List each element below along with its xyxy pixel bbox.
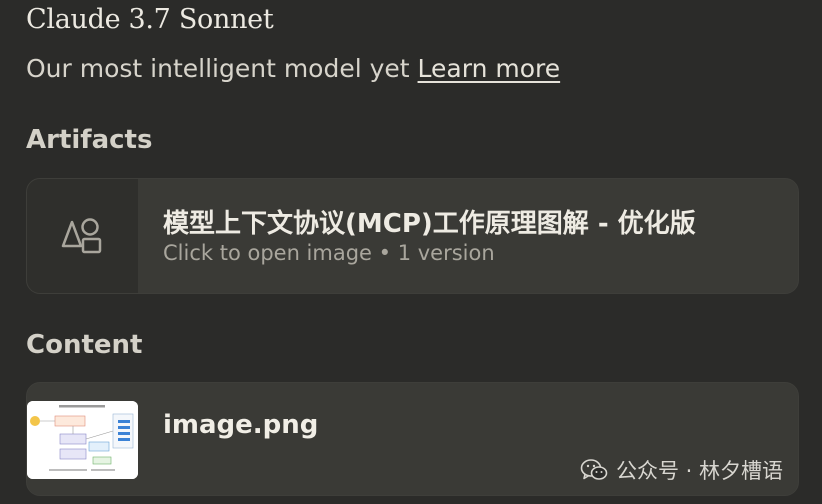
wechat-logo-icon bbox=[580, 459, 608, 480]
model-description-row: Our most intelligent model yet Learn mor… bbox=[26, 54, 560, 83]
image-thumbnail bbox=[27, 401, 138, 479]
model-description: Our most intelligent model yet bbox=[26, 54, 410, 83]
artifact-subtitle: Click to open image • 1 version bbox=[163, 241, 495, 265]
artifacts-heading: Artifacts bbox=[26, 125, 153, 155]
diagram-thumbnail-image bbox=[27, 401, 138, 479]
shapes-icon bbox=[61, 218, 101, 254]
watermark: 公众号 · 林夕槽语 bbox=[580, 455, 783, 485]
artifact-thumbnail bbox=[27, 179, 138, 293]
artifact-title: 模型上下文协议(MCP)工作原理图解 - 优化版 bbox=[163, 209, 696, 239]
watermark-text: 公众号 · 林夕槽语 bbox=[616, 459, 784, 483]
model-name: Claude 3.7 Sonnet bbox=[26, 4, 274, 35]
artifact-card[interactable]: 模型上下文协议(MCP)工作原理图解 - 优化版 Click to open i… bbox=[26, 178, 799, 294]
learn-more-link[interactable]: Learn more bbox=[418, 54, 561, 83]
content-filename: image.png bbox=[163, 410, 319, 440]
content-heading: Content bbox=[26, 330, 143, 360]
